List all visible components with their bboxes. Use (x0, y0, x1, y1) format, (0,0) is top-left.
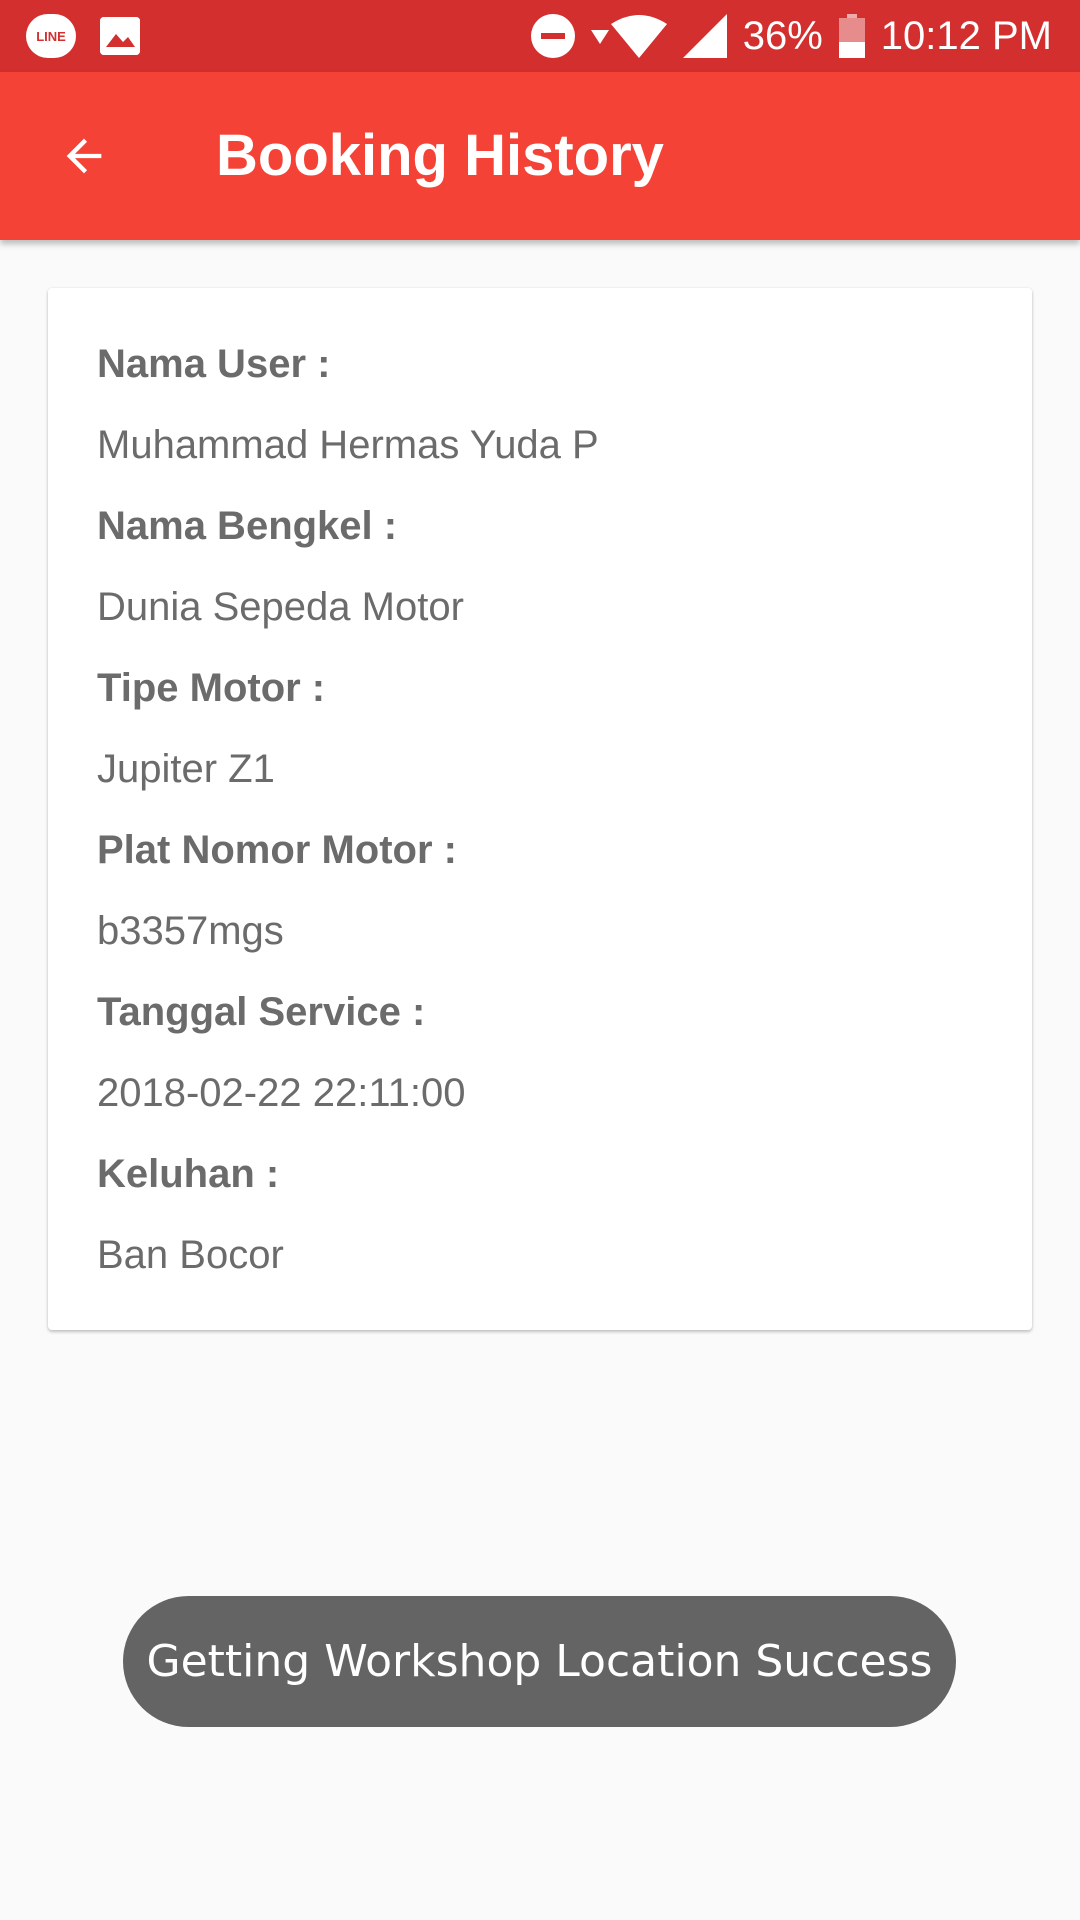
label-plat-nomor: Plat Nomor Motor : (97, 828, 457, 872)
battery-icon (838, 14, 865, 58)
battery-percentage: 36% (742, 13, 823, 58)
gallery-icon (100, 17, 140, 55)
value-tipe-motor: Jupiter Z1 (97, 747, 275, 791)
label-nama-bengkel: Nama Bengkel : (97, 504, 398, 548)
toast-message: Getting Workshop Location Success (123, 1596, 956, 1727)
line-icon-label: LINE (36, 28, 66, 44)
signal-icon (682, 14, 727, 58)
status-bar-system: 36% 10:12 PM (515, 14, 1052, 59)
label-tipe-motor: Tipe Motor : (97, 666, 326, 710)
label-keluhan: Keluhan : (97, 1152, 280, 1196)
booking-card[interactable]: Nama User : Muhammad Hermas Yuda P Nama … (48, 288, 1032, 1330)
do-not-disturb-icon (530, 14, 575, 58)
value-nama-user: Muhammad Hermas Yuda P (97, 423, 599, 467)
line-icon: LINE (26, 14, 76, 58)
label-nama-user: Nama User : (97, 342, 331, 386)
page-title: Booking History (216, 123, 664, 188)
value-tanggal-service: 2018-02-22 22:11:00 (97, 1071, 466, 1115)
data-arrow-icon (590, 30, 609, 44)
value-nama-bengkel: Dunia Sepeda Motor (97, 585, 464, 629)
arrow-back-icon[interactable] (58, 130, 110, 182)
status-bar: LINE 36% 10:12 PM (0, 0, 1080, 72)
wifi-icon (610, 15, 667, 58)
label-tanggal-service: Tanggal Service : (97, 990, 426, 1034)
value-plat-nomor: b3357mgs (97, 909, 284, 953)
value-keluhan: Ban Bocor (97, 1233, 284, 1277)
status-bar-notifications: LINE (26, 14, 164, 58)
clock: 10:12 PM (880, 13, 1052, 58)
app-bar: Booking History (0, 72, 1080, 240)
